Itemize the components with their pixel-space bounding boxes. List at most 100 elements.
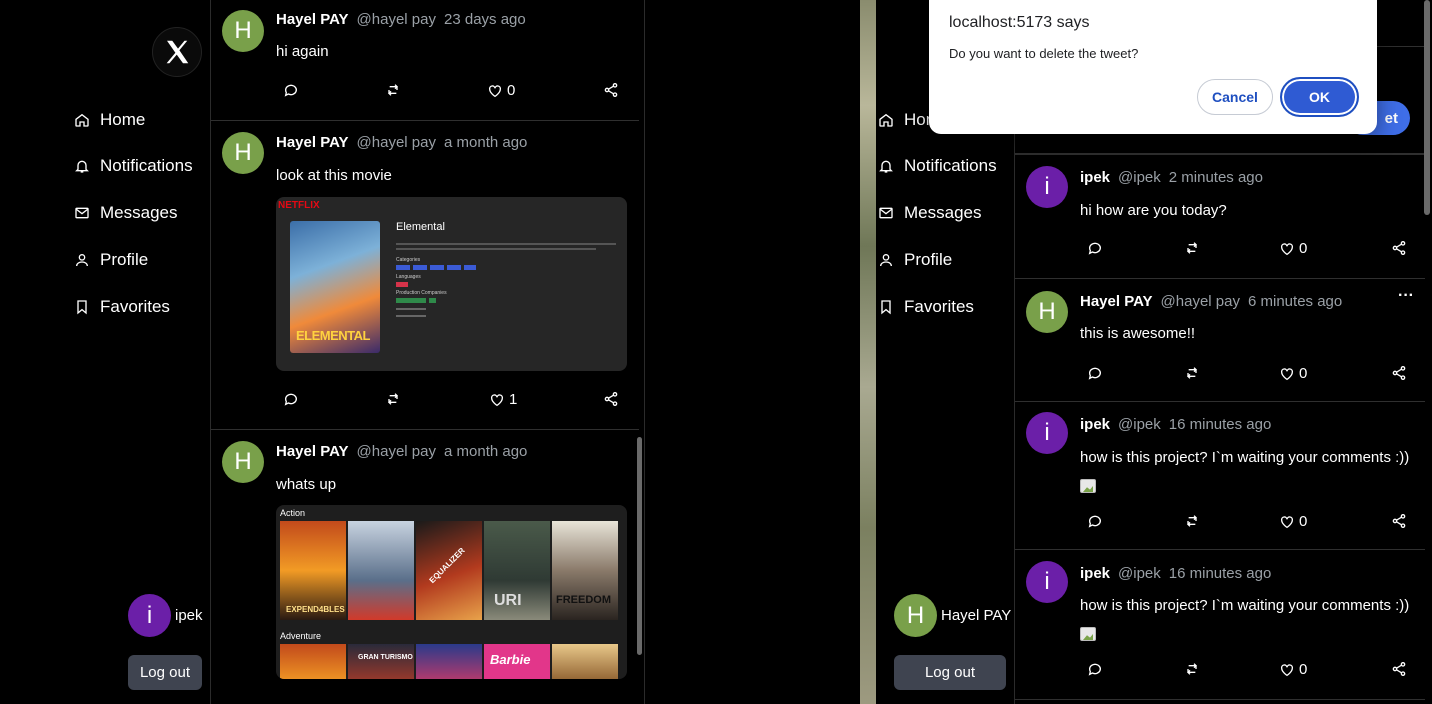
movie-overview-line: [396, 243, 616, 245]
current-user-chip[interactable]: i ipek: [128, 594, 203, 637]
logout-button[interactable]: Log out: [894, 655, 1006, 690]
tweet-card[interactable]: H Hayel PAY @hayel pay 23 days ago hi ag…: [211, 0, 639, 121]
bookmark-icon: [881, 300, 891, 315]
tweet-text: how is this project? I`m waiting your co…: [1080, 597, 1410, 614]
reply-button[interactable]: [1087, 365, 1103, 381]
broken-image-icon[interactable]: [1080, 479, 1096, 493]
ok-button[interactable]: OK: [1280, 77, 1359, 117]
tweet-card[interactable]: i ipek @ipek 16 minutes ago how is this …: [1015, 550, 1425, 700]
x-logo-icon[interactable]: [152, 27, 202, 77]
tweet-author-handle: @hayel pay: [356, 134, 436, 151]
logout-button[interactable]: Log out: [128, 655, 202, 690]
like-button[interactable]: 0: [1279, 365, 1307, 382]
nav-item-profile[interactable]: Profile: [878, 246, 952, 274]
retweet-icon: [388, 393, 398, 405]
cancel-button[interactable]: Cancel: [1197, 79, 1273, 115]
retweet-button[interactable]: [385, 391, 401, 407]
poster-thumb: [552, 644, 618, 679]
retweet-button[interactable]: [1184, 365, 1200, 381]
tweet-card[interactable]: H Hayel PAY @hayel pay a month ago whats…: [211, 430, 639, 704]
poster-thumb-title: FREEDOM: [556, 594, 611, 606]
reply-button[interactable]: [1087, 513, 1103, 529]
retweet-button[interactable]: [1184, 240, 1200, 256]
like-button[interactable]: 0: [1279, 240, 1307, 257]
retweet-button[interactable]: [1184, 661, 1200, 677]
heart-icon: [1281, 663, 1293, 676]
poster-thumb: [348, 521, 414, 620]
poster-thumb-title: GRAN TURISMO: [358, 654, 413, 661]
reply-button[interactable]: [1087, 240, 1103, 256]
tweet-actions: 1: [283, 391, 623, 411]
reply-button[interactable]: [283, 82, 299, 98]
poster-thumb-title: EXPEND4BLES: [286, 605, 345, 614]
broken-image-icon[interactable]: [1080, 627, 1096, 641]
nav-item-notifications[interactable]: Notifications: [74, 152, 193, 180]
tweet-card[interactable]: H Hayel PAY @hayel pay 6 minutes ago ···…: [1015, 279, 1425, 402]
movie-overview-line: [396, 248, 596, 250]
tweet-card[interactable]: i ipek @ipek 2 minutes ago hi how are yo…: [1015, 155, 1425, 279]
left-feed-scrollbar[interactable]: [637, 437, 642, 655]
tweet-media-image[interactable]: NETFLIX ELEMENTAL Elemental Categories L…: [276, 197, 627, 371]
tweet-actions: 0: [1087, 513, 1407, 533]
more-options-button[interactable]: ···: [1398, 287, 1414, 305]
left-feed: H Hayel PAY @hayel pay 23 days ago hi ag…: [210, 0, 645, 704]
right-feed-scrollbar[interactable]: [1424, 0, 1430, 215]
like-button[interactable]: 0: [487, 82, 515, 99]
share-button[interactable]: [1391, 661, 1407, 677]
like-button[interactable]: 0: [1279, 513, 1307, 530]
tweet-card[interactable]: H Hayel PAY @hayel pay a month ago look …: [211, 121, 639, 430]
avatar: i: [1026, 412, 1068, 454]
tweet-author-name[interactable]: Hayel PAY: [1080, 293, 1153, 310]
retweet-button[interactable]: [1184, 513, 1200, 529]
tweet-header: Hayel PAY @hayel pay a month ago: [276, 134, 527, 151]
nav-label: Profile: [100, 250, 149, 269]
tweet-actions: 0: [283, 82, 623, 102]
retweet-button[interactable]: [385, 82, 401, 98]
user-icon: [76, 253, 88, 267]
nav-label: Home: [100, 110, 146, 129]
tweet-header: Hayel PAY @hayel pay 6 minutes ago: [1080, 293, 1342, 310]
current-user-chip[interactable]: H Hayel PAY: [894, 594, 1011, 637]
tweet-card[interactable]: i ipek @ipek 16 minutes ago how is this …: [1015, 402, 1425, 550]
share-button[interactable]: [1391, 240, 1407, 256]
like-button[interactable]: 1: [489, 391, 517, 408]
comment-icon: [284, 84, 297, 97]
poster-thumb: [416, 644, 482, 679]
reply-button[interactable]: [283, 391, 299, 407]
share-button[interactable]: [603, 82, 619, 98]
tweet-author-name[interactable]: Hayel PAY: [276, 134, 349, 151]
languages-label: Languages: [396, 274, 421, 280]
nav-item-messages[interactable]: Messages: [878, 199, 981, 227]
like-count: 0: [1299, 661, 1308, 678]
share-button[interactable]: [1391, 365, 1407, 381]
tweet-author-name[interactable]: ipek: [1080, 565, 1110, 582]
poster-thumb: [280, 644, 346, 679]
poster-thumb: Barbie: [484, 644, 550, 679]
tweet-actions: 0: [1087, 661, 1407, 681]
nav-item-messages[interactable]: Messages: [74, 199, 177, 227]
dialog-message: Do you want to delete the tweet?: [949, 46, 1139, 61]
reply-button[interactable]: [1087, 661, 1103, 677]
like-count: 0: [507, 82, 516, 99]
share-button[interactable]: [1391, 513, 1407, 529]
tweet-timestamp: 23 days ago: [444, 11, 526, 28]
revenue-line: [396, 315, 426, 317]
tweet-timestamp: 16 minutes ago: [1168, 565, 1272, 582]
tweet-author-name[interactable]: Hayel PAY: [276, 443, 349, 460]
share-button[interactable]: [603, 391, 619, 407]
home-icon: [879, 113, 893, 127]
comment-icon: [284, 393, 297, 406]
nav-item-notifications[interactable]: Notifications: [878, 152, 997, 180]
share-icon: [1392, 514, 1406, 528]
tweet-author-name[interactable]: Hayel PAY: [276, 11, 349, 28]
nav-item-favorites[interactable]: Favorites: [878, 293, 974, 321]
tweet-author-name[interactable]: ipek: [1080, 169, 1110, 186]
tweet-author-name[interactable]: ipek: [1080, 416, 1110, 433]
tweet-media-image[interactable]: Action EXPEND4BLES EQUALIZER URI FREEDOM…: [276, 505, 627, 679]
like-button[interactable]: 0: [1279, 661, 1307, 678]
nav-item-profile[interactable]: Profile: [74, 246, 148, 274]
heart-icon: [491, 393, 503, 406]
nav-item-favorites[interactable]: Favorites: [74, 293, 170, 321]
nav-item-home[interactable]: Home: [74, 106, 145, 134]
nav-label: Messages: [100, 203, 178, 222]
